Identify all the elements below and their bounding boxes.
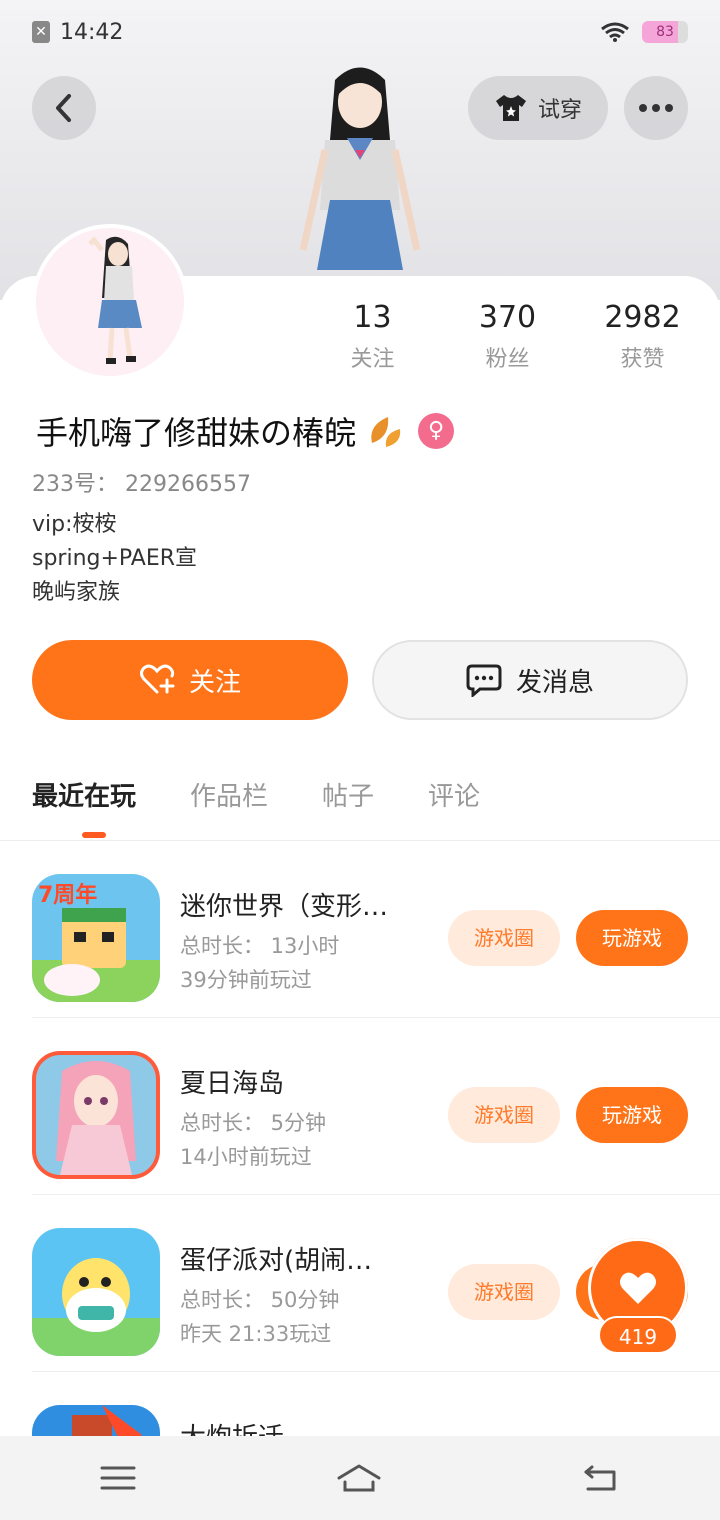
- game-circle-button[interactable]: 游戏圈: [448, 1264, 560, 1320]
- game-duration: 总时长： 13小时: [180, 934, 340, 958]
- follow-button[interactable]: 关注: [32, 640, 348, 720]
- tab-posts[interactable]: 帖子: [322, 776, 374, 813]
- eggy-party-icon: [32, 1228, 160, 1356]
- mini-world-icon: 7周年: [32, 874, 160, 1002]
- more-button[interactable]: [624, 76, 688, 140]
- avatar[interactable]: [32, 224, 188, 380]
- try-on-button[interactable]: 试穿: [468, 76, 608, 140]
- bio-line: vip:桉桉: [32, 512, 117, 537]
- status-time: 14:42: [60, 19, 124, 45]
- chat-bubble-icon: [466, 664, 502, 697]
- stat-following-count: 13: [353, 300, 392, 335]
- tab-divider: [0, 840, 720, 841]
- heart-plus-icon: [139, 664, 175, 694]
- female-gender-icon: ♀: [418, 413, 455, 449]
- bio-line: spring+PAER宣: [32, 546, 198, 571]
- game-name: 夏日海岛: [180, 1069, 285, 1099]
- tab-works[interactable]: 作品栏: [190, 776, 268, 813]
- profile-stats: 13 关注 370 粉丝 2982 获赞: [305, 300, 710, 373]
- heart-icon: [620, 1272, 656, 1304]
- row-divider: [32, 1194, 720, 1195]
- row-divider: [32, 1371, 720, 1372]
- svg-text:7周年: 7周年: [38, 882, 97, 908]
- username: 手机嗨了修甜妹の椿皖: [36, 414, 357, 452]
- stat-likes[interactable]: 2982 获赞: [575, 300, 710, 373]
- username-row: 手机嗨了修甜妹の椿皖 ♀: [36, 408, 455, 454]
- game-duration: 总时长： 50分钟: [180, 1288, 340, 1312]
- stat-following-label: 关注: [350, 347, 395, 372]
- game-name: 迷你世界（变形…: [180, 892, 389, 922]
- row-divider: [32, 1017, 720, 1018]
- play-game-button[interactable]: 玩游戏: [576, 910, 688, 966]
- no-sim-icon: ✕: [32, 21, 50, 43]
- wifi-icon: [601, 22, 629, 42]
- leaves-icon: [371, 417, 401, 447]
- avatar-image: [36, 228, 184, 376]
- game-icon: 7周年: [32, 874, 160, 1002]
- try-on-label: 试穿: [537, 98, 582, 123]
- stat-following[interactable]: 13 关注: [305, 300, 440, 373]
- game-icon: [32, 1051, 160, 1179]
- more-dots-icon: [639, 104, 673, 112]
- tshirt-icon: [495, 95, 526, 121]
- follow-label: 关注: [188, 667, 241, 698]
- play-game-button[interactable]: 玩游戏: [576, 1087, 688, 1143]
- bio-line: 晚屿家族: [32, 580, 121, 605]
- game-circle-button[interactable]: 游戏圈: [448, 1087, 560, 1143]
- game-icon: [32, 1228, 160, 1356]
- game-list-item[interactable]: 夏日海岛 总时长： 5分钟 14小时前玩过 游戏圈 玩游戏: [32, 1019, 720, 1195]
- tab-comments[interactable]: 评论: [428, 776, 480, 813]
- stat-followers-label: 粉丝: [485, 347, 530, 372]
- home-icon[interactable]: [335, 1462, 383, 1494]
- stat-likes-count: 2982: [604, 300, 681, 335]
- back-arrow-icon: [56, 94, 71, 122]
- game-last-played: 14小时前玩过: [180, 1145, 312, 1169]
- summer-island-icon: [32, 1051, 160, 1179]
- tab-recently-played[interactable]: 最近在玩: [32, 776, 136, 813]
- stat-followers-count: 370: [478, 300, 537, 335]
- back-button[interactable]: [32, 76, 96, 140]
- message-label: 发消息: [515, 667, 594, 698]
- game-list-item[interactable]: 7周年 迷你世界（变形… 总时长： 13小时 39分钟前玩过 游戏圈 玩游戏: [32, 842, 720, 1018]
- game-duration: 总时长： 5分钟: [180, 1111, 327, 1135]
- profile-tabs: 最近在玩 作品栏 帖子 评论: [32, 776, 480, 813]
- game-circle-button[interactable]: 游戏圈: [448, 910, 560, 966]
- status-bar: ✕ 14:42 83: [0, 0, 720, 64]
- like-count: 419: [598, 1316, 678, 1354]
- battery-indicator: 83: [642, 21, 688, 43]
- avatar-character-image: [299, 67, 421, 270]
- stat-followers[interactable]: 370 粉丝: [440, 300, 575, 373]
- game-last-played: 昨天 21:33玩过: [180, 1322, 332, 1346]
- stat-likes-label: 获赞: [620, 347, 665, 372]
- active-tab-indicator: [82, 832, 106, 838]
- back-nav-icon[interactable]: [582, 1463, 620, 1493]
- menu-icon[interactable]: [100, 1465, 136, 1491]
- user-id[interactable]: 233号： 229266557: [32, 466, 251, 498]
- profile-bio: vip:桉桉 spring+PAER宣 晚屿家族: [32, 508, 197, 610]
- game-last-played: 39分钟前玩过: [180, 968, 312, 992]
- message-button[interactable]: 发消息: [372, 640, 688, 720]
- game-name: 蛋仔派对(胡闹…: [180, 1246, 373, 1276]
- system-nav-bar: [0, 1436, 720, 1520]
